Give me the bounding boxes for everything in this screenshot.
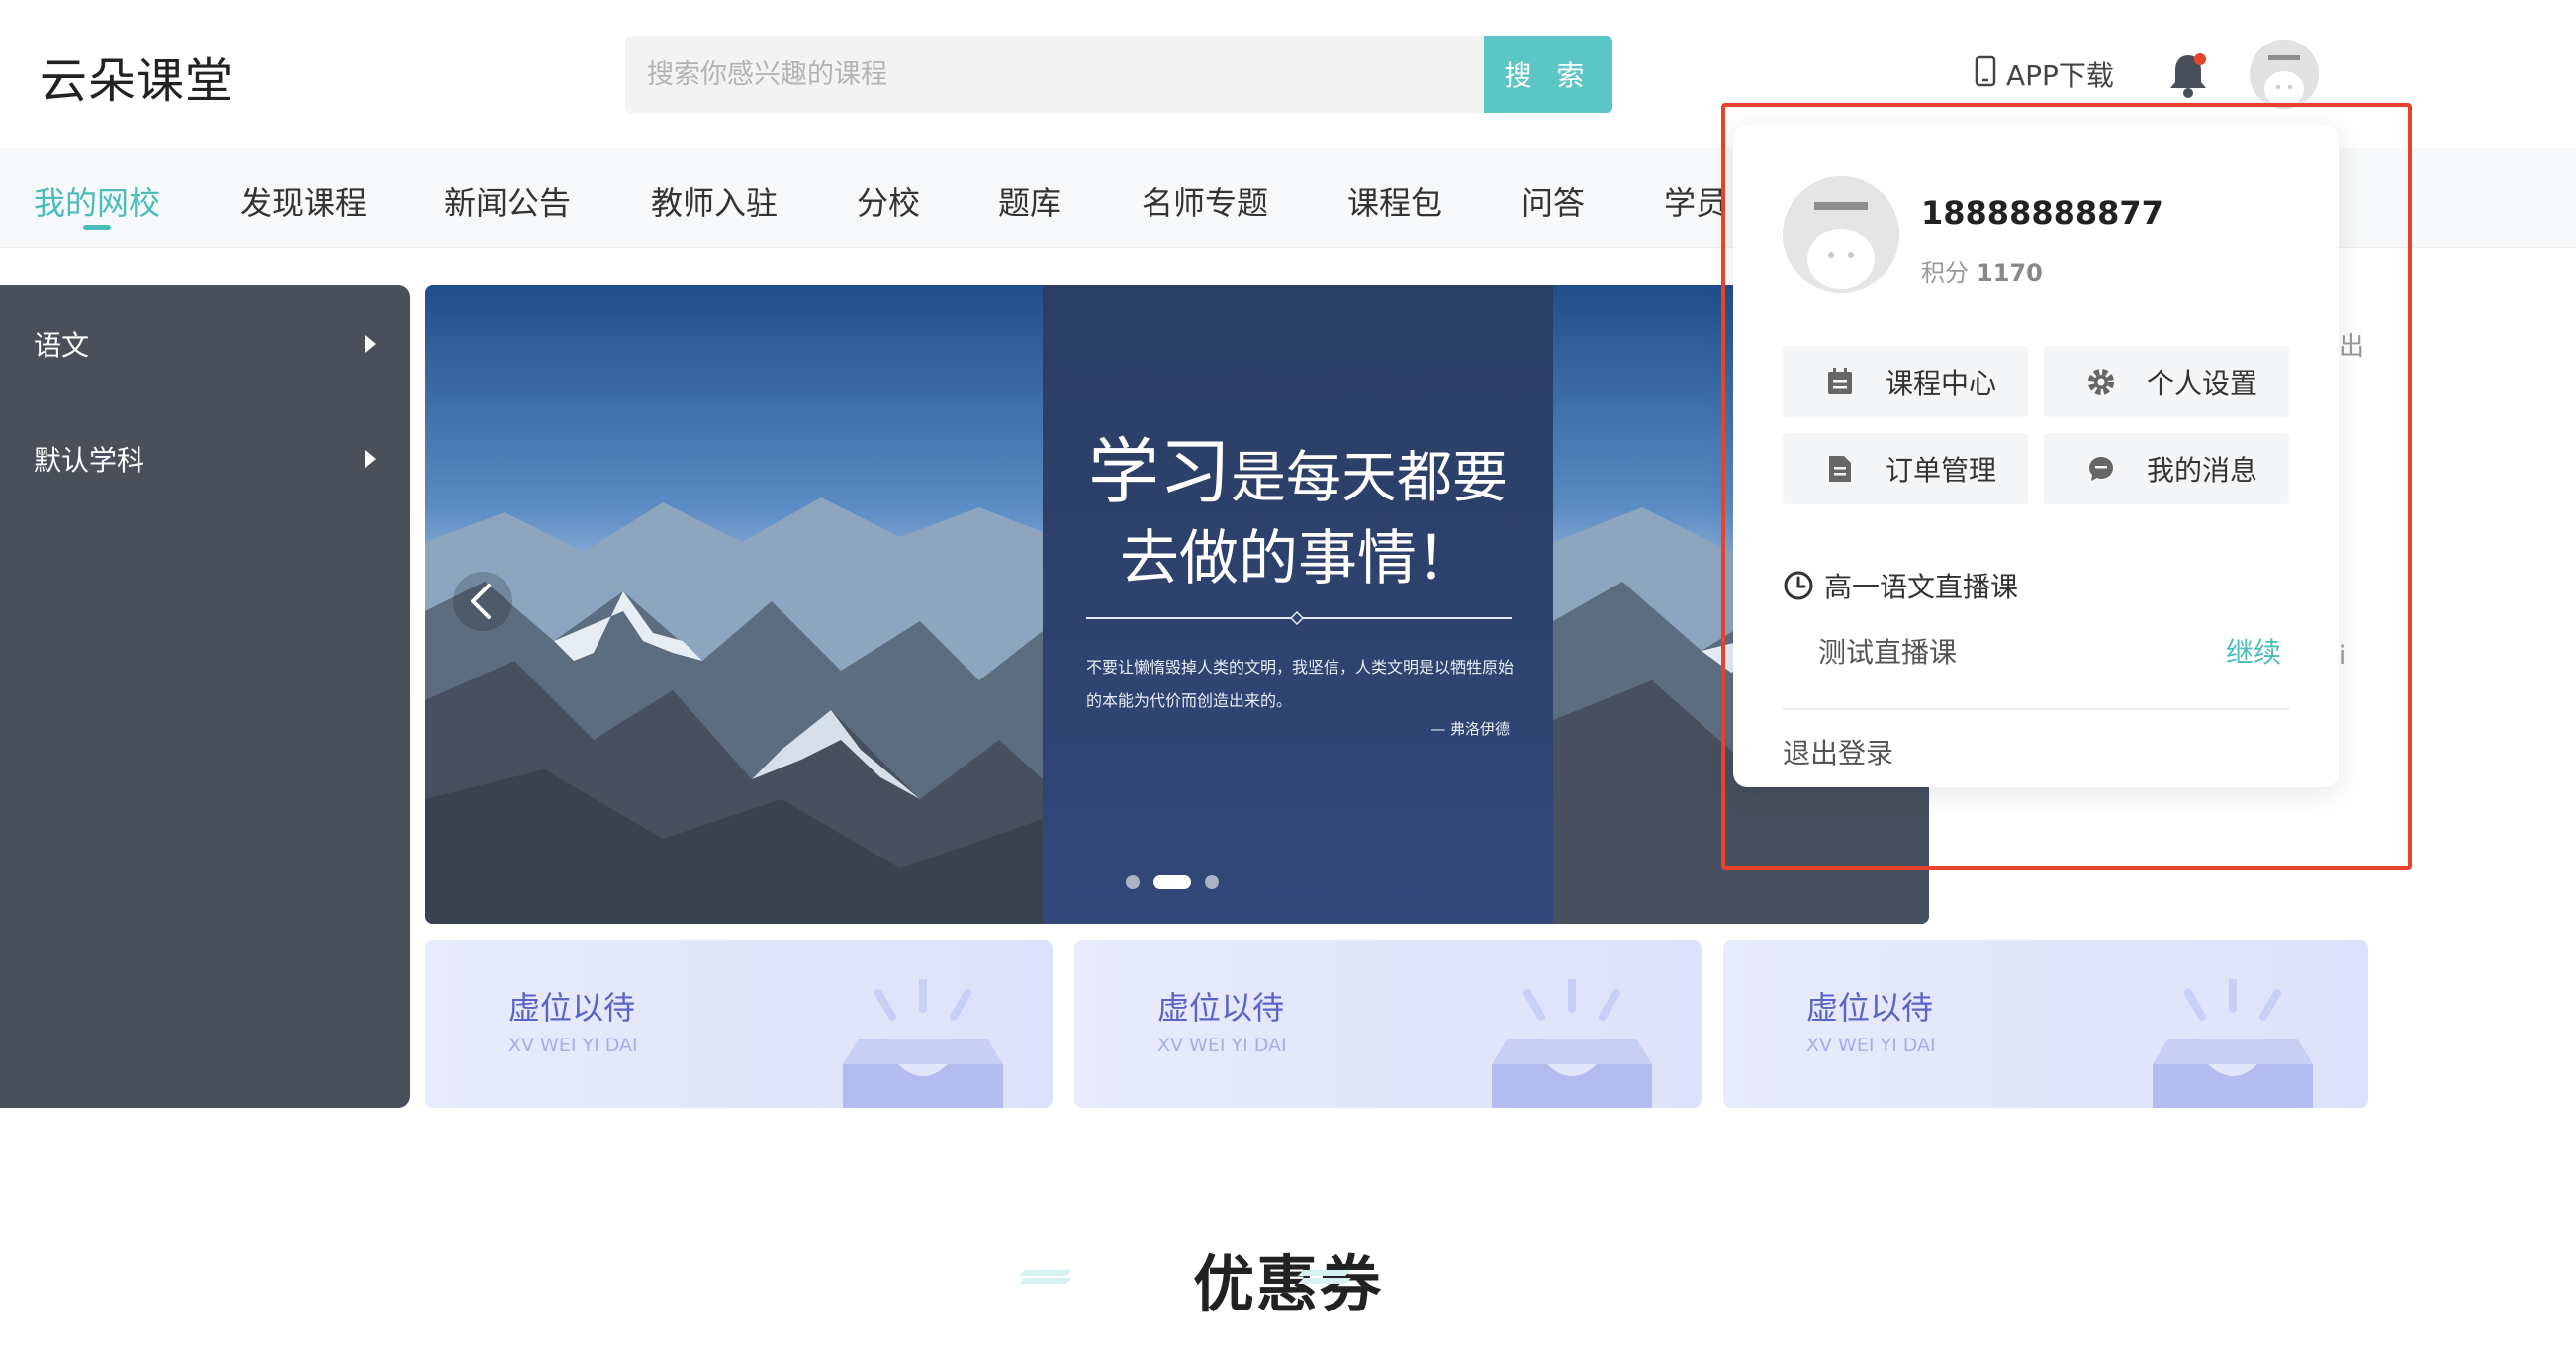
ad-slot-title: 虚位以待	[1806, 989, 1934, 1027]
ad-slot-subtitle: XV WEI YI DAI	[508, 1035, 638, 1056]
title-decoration-right	[1298, 1270, 1351, 1284]
nav-discover-courses[interactable]: 发现课程	[240, 178, 367, 224]
nav-question-bank[interactable]: 题库	[998, 178, 1061, 224]
banner-quote-card: 学习是每天都要 去做的事情！ 不要让懒惰毁掉人类的文明，我坚信，人类文明是以牺牲…	[1043, 285, 1553, 924]
phone-icon	[1975, 55, 1996, 94]
nav-active-indicator	[83, 225, 111, 230]
category-item-chinese[interactable]: 语文	[34, 324, 376, 364]
banner-pagination	[1126, 875, 1219, 889]
personal-settings-button[interactable]: 个人设置	[2044, 346, 2289, 417]
my-messages-label: 我的消息	[2147, 454, 2258, 487]
banner-quote-author: — 弗洛伊德	[1430, 720, 1510, 738]
nav-students[interactable]: 学员	[1664, 178, 1727, 224]
avatar-icon	[2250, 40, 2319, 109]
avatar-icon	[1783, 176, 1899, 293]
user-phone: 18888888877	[1921, 194, 2163, 231]
search-button[interactable]: 搜 索	[1484, 36, 1612, 113]
search-bar: 搜 索	[625, 36, 1612, 113]
notification-bell-icon[interactable]	[2166, 49, 2210, 99]
continue-link[interactable]: 继续	[2226, 631, 2281, 671]
empty-box-icon	[843, 979, 1003, 1108]
live-course-heading: 高一语文直播课	[1783, 566, 2018, 605]
site-logo[interactable]: 云朵课堂	[40, 42, 233, 111]
empty-box-icon	[2153, 979, 2313, 1108]
user-points: 积分 1170	[1921, 259, 2043, 287]
banner-title-line2: 去做的事情！	[1120, 524, 1476, 593]
banner-prev-button[interactable]	[453, 572, 512, 631]
logout-button[interactable]: 退出登录	[1783, 732, 1893, 771]
course-center-label: 课程中心	[1886, 367, 1997, 400]
chat-bubble-icon	[2077, 445, 2125, 493]
diamond-icon	[1290, 611, 1304, 625]
nav-branch[interactable]: 分校	[857, 178, 920, 224]
calendar-icon	[1816, 358, 1864, 406]
document-icon	[1816, 445, 1864, 493]
chevron-left-icon	[453, 572, 512, 631]
caret-right-icon	[365, 450, 376, 468]
category-panel: 语文 默认学科	[0, 285, 410, 1108]
order-management-label: 订单管理	[1886, 454, 1997, 487]
ad-slot-subtitle: XV WEI YI DAI	[1806, 1035, 1936, 1056]
nav-my-school[interactable]: 我的网校	[34, 178, 160, 224]
ad-slot-card[interactable]: 虚位以待 XV WEI YI DAI	[1074, 940, 1702, 1108]
order-management-button[interactable]: 订单管理	[1783, 433, 2028, 504]
obscured-text: i	[2339, 641, 2346, 671]
category-label: 默认学科	[34, 444, 145, 477]
live-course-item[interactable]: 测试直播课	[1818, 631, 1957, 671]
banner-quote-text: 不要让懒惰毁掉人类的文明，我坚信，人类文明是以牺牲原始的本能为代价而创造出来的。	[1086, 658, 1515, 710]
obscured-text: 出	[2339, 332, 2365, 362]
coupon-section-title: 优惠券	[1192, 1248, 1383, 1320]
dropdown-avatar	[1783, 176, 1899, 293]
app-download-label: APP下载	[2006, 59, 2114, 92]
category-item-default[interactable]: 默认学科	[34, 439, 376, 479]
ad-slot-title: 虚位以待	[1157, 989, 1285, 1027]
gear-icon	[2077, 358, 2125, 406]
mountain-image-left	[425, 285, 1043, 924]
dropdown-divider	[1783, 708, 2289, 710]
search-input[interactable]	[625, 36, 1484, 113]
user-avatar-button[interactable]	[2250, 40, 2319, 109]
category-label: 语文	[34, 329, 90, 362]
ad-slot-card[interactable]: 虚位以待 XV WEI YI DAI	[425, 940, 1053, 1108]
nav-qa[interactable]: 问答	[1521, 178, 1585, 224]
hero-banner[interactable]: 学习是每天都要 去做的事情！ 不要让懒惰毁掉人类的文明，我坚信，人类文明是以牺牲…	[425, 285, 1929, 924]
nav-famous-teachers[interactable]: 名师专题	[1142, 178, 1268, 224]
banner-dot[interactable]	[1126, 875, 1140, 889]
nav-course-package[interactable]: 课程包	[1347, 178, 1442, 224]
notification-dot	[2194, 53, 2206, 65]
ad-slot-card[interactable]: 虚位以待 XV WEI YI DAI	[1723, 940, 2368, 1108]
course-center-button[interactable]: 课程中心	[1783, 346, 2028, 417]
personal-settings-label: 个人设置	[2147, 367, 2258, 400]
nav-news[interactable]: 新闻公告	[444, 178, 571, 224]
my-messages-button[interactable]: 我的消息	[2044, 433, 2289, 504]
banner-title-line1: 学习是每天都要	[1087, 430, 1508, 513]
ad-slot-title: 虚位以待	[508, 989, 636, 1027]
ad-slot-subtitle: XV WEI YI DAI	[1157, 1035, 1287, 1056]
caret-right-icon	[365, 335, 376, 353]
empty-box-icon	[1492, 979, 1652, 1108]
nav-teacher-join[interactable]: 教师入驻	[651, 178, 778, 224]
user-dropdown-menu: 18888888877 积分 1170 课程中心 个人设置 订单管理 我的消息 高…	[1733, 125, 2339, 787]
banner-dot[interactable]	[1205, 875, 1219, 889]
clock-icon	[1784, 571, 1813, 600]
banner-dot-active[interactable]	[1153, 875, 1191, 889]
app-download-link[interactable]: APP下载	[1975, 54, 2114, 94]
